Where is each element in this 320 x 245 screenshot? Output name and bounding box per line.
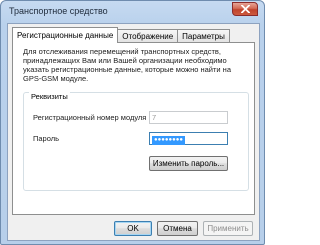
window-title: Транспортное средство	[9, 6, 108, 16]
tab-parameters[interactable]: Параметры	[177, 29, 230, 43]
apply-button[interactable]: Применить	[203, 221, 253, 236]
password-label: Пароль	[33, 134, 60, 143]
password-value: ●●●●●●●●	[152, 136, 185, 145]
tab-strip: Регистрационные данные Отображение Парам…	[12, 27, 230, 43]
group-title: Реквизиты	[29, 92, 70, 101]
dialog-client-area: Регистрационные данные Отображение Парам…	[7, 23, 260, 241]
dialog-window: Транспортное средство Регистрационные да…	[0, 0, 265, 245]
tab-display[interactable]: Отображение	[117, 29, 179, 43]
change-password-button[interactable]: Изменить пароль...	[149, 156, 228, 171]
ok-button[interactable]: OK	[114, 221, 152, 236]
cancel-button[interactable]: Отмена	[157, 221, 198, 236]
tab-panel-registration: Для отслеживания перемещений транспортны…	[12, 42, 255, 215]
tab-registration[interactable]: Регистрационные данные	[12, 27, 119, 43]
module-number-label: Регистрационный номер модуля	[33, 113, 147, 122]
registration-description: Для отслеживания перемещений транспортны…	[23, 47, 231, 83]
close-icon	[240, 5, 250, 13]
close-button[interactable]	[232, 2, 258, 16]
requisites-group: Реквизиты Регистрационный номер модуля 7…	[23, 92, 249, 191]
password-field[interactable]: ●●●●●●●●	[149, 132, 228, 145]
module-number-field[interactable]: 7	[149, 111, 228, 124]
